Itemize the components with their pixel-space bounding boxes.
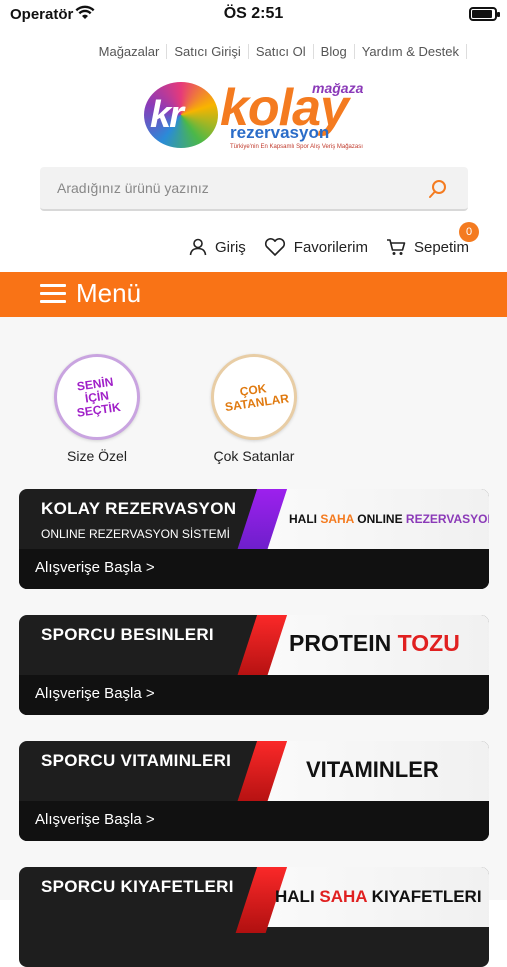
logo-small-word: mağaza	[312, 80, 364, 96]
search-icon[interactable]	[426, 177, 450, 201]
search-bar	[40, 167, 468, 211]
cart-count-badge: 0	[459, 222, 479, 242]
cart-label: Sepetim	[413, 238, 469, 256]
favorites-label: Favorilerim	[293, 238, 368, 256]
shop-now-link[interactable]: Alışverişe Başla >	[35, 685, 155, 702]
banner-promo-text: PROTEIN TOZU	[289, 630, 460, 656]
shop-now-link[interactable]: Alışverişe Başla >	[35, 811, 155, 828]
banner-sporcu-kiyafetleri[interactable]: SPORCU KIYAFETLERI HALI SAHA KIYAFETLERI	[19, 867, 489, 967]
category-badge: ÇOK SATANLAR	[211, 354, 297, 440]
category-badge-text: SENİN İÇİN SEÇTİK	[75, 374, 122, 420]
heart-icon	[264, 238, 285, 256]
clock: ÖS 2:51	[223, 5, 284, 22]
category-label: Çok Satanlar	[213, 448, 295, 464]
link-seller-login[interactable]: Satıcı Girişi	[167, 43, 249, 59]
logo-subtitle: rezervasyon	[230, 123, 330, 142]
cart-icon	[386, 239, 406, 255]
battery-icon	[469, 7, 500, 21]
banner-sporcu-besinleri[interactable]: SPORCU BESINLERI PROTEIN TOZU Alışverişe…	[19, 615, 489, 715]
link-stores[interactable]: Mağazalar	[92, 43, 168, 59]
cart-button[interactable]: Sepetim 0	[386, 222, 479, 256]
menu-label: Menü	[76, 278, 142, 308]
link-help[interactable]: Yardım & Destek	[355, 43, 467, 59]
site-logo[interactable]: kr kolay mağaza rezervasyon Türkiye'nin …	[140, 78, 370, 158]
banner-promo-text: HALI SAHA ONLINE REZERVASYON	[289, 512, 489, 526]
banner-subtitle: ONLINE REZERVASYON SİSTEMİ	[41, 527, 230, 541]
category-size-ozel[interactable]: SENİN İÇİN SEÇTİK Size Özel	[32, 354, 162, 464]
search-input[interactable]	[40, 167, 420, 209]
category-badge: SENİN İÇİN SEÇTİK	[54, 354, 140, 440]
banner-kolay-rezervasyon[interactable]: KOLAY REZERVASYON ONLINE REZERVASYON SİS…	[19, 489, 489, 589]
login-label: Giriş	[214, 238, 246, 256]
menu-bar[interactable]: Menü	[0, 272, 507, 317]
banner-sporcu-vitaminleri[interactable]: SPORCU VITAMINLERI VITAMINLER Alışverişe…	[19, 741, 489, 841]
link-blog[interactable]: Blog	[314, 43, 355, 59]
header-actions: Giriş Favorilerim Sepetim 0	[189, 222, 479, 256]
user-icon	[189, 238, 207, 256]
banner-title: KOLAY REZERVASYON	[41, 499, 237, 518]
logo-mark-text: kr	[150, 94, 184, 136]
banner-promo-text: VITAMINLER	[306, 757, 439, 782]
main-content: SENİN İÇİN SEÇTİK Size Özel ÇOK SATANLAR…	[0, 317, 507, 967]
category-cok-satanlar[interactable]: ÇOK SATANLAR Çok Satanlar	[189, 354, 319, 464]
banner-title: SPORCU BESINLERI	[41, 625, 214, 644]
logo-tagline: Türkiye'nin En Kapsamlı Spor Alış Veriş …	[230, 144, 363, 150]
status-bar: Operatör ÖS 2:51	[0, 0, 507, 30]
banner-promo-text: HALI SAHA KIYAFETLERI	[275, 887, 482, 906]
login-button[interactable]: Giriş	[189, 238, 246, 256]
category-label: Size Özel	[67, 448, 127, 464]
favorites-button[interactable]: Favorilerim	[264, 238, 368, 256]
shop-now-link[interactable]: Alışverişe Başla >	[35, 559, 155, 576]
top-nav: Mağazalar Satıcı Girişi Satıcı Ol Blog Y…	[92, 40, 467, 62]
link-become-seller[interactable]: Satıcı Ol	[249, 43, 314, 59]
category-badge-text: ÇOK SATANLAR	[224, 381, 290, 415]
banner-title: SPORCU KIYAFETLERI	[41, 877, 234, 896]
hamburger-icon[interactable]	[40, 284, 66, 304]
banner-title: SPORCU VITAMINLERI	[41, 751, 232, 770]
